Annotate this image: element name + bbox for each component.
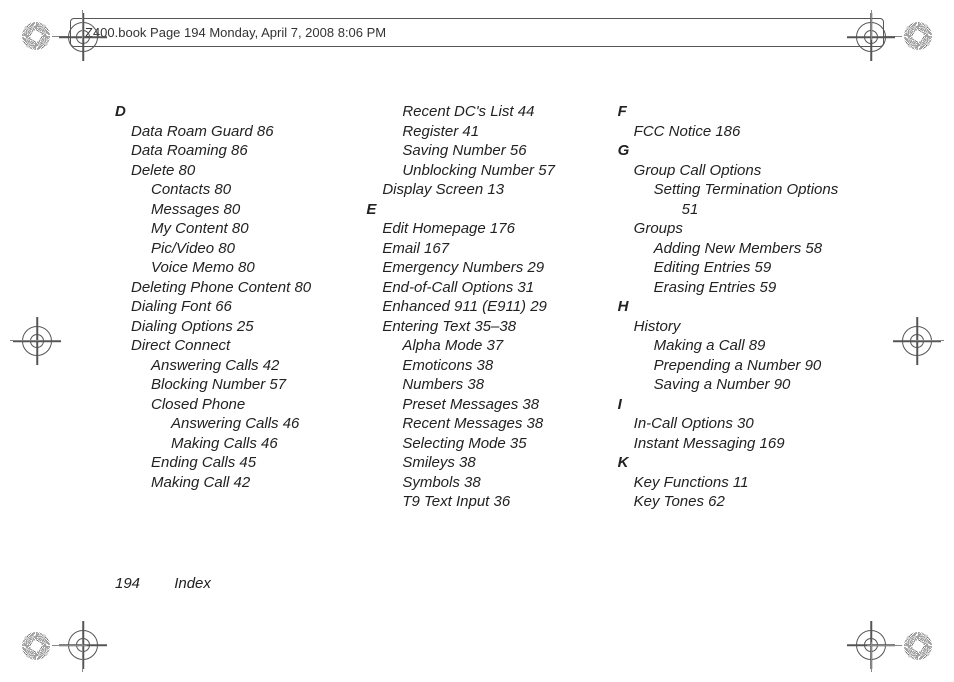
index-entry: Data Roaming 86: [131, 141, 336, 161]
crop-mark-top-right: [904, 22, 932, 50]
index-subentry: Making a Call 89: [654, 336, 839, 356]
index-entry: Dialing Options 25: [131, 317, 336, 337]
register-target-right: [902, 326, 932, 356]
index-entry: Enhanced 911 (E911) 29: [382, 297, 587, 317]
crop-mark-top-left: [22, 22, 50, 50]
index-subentry: Unblocking Number 57: [402, 161, 587, 181]
index-entry: In-Call Options 30: [634, 414, 839, 434]
index-entry: Instant Messaging 169: [634, 434, 839, 454]
file-info-text: Z400.book Page 194 Monday, April 7, 2008…: [85, 25, 386, 40]
index-subentry: Numbers 38: [402, 375, 587, 395]
column-1: D Data Roam Guard 86 Data Roaming 86 Del…: [115, 102, 336, 512]
index-subentry: Emoticons 38: [402, 356, 587, 376]
index-subentry: Adding New Members 58: [654, 239, 839, 259]
index-subentry: Making Call 42: [151, 473, 336, 493]
index-subentry: Saving a Number 90: [654, 375, 839, 395]
letter-d: D: [115, 102, 336, 122]
index-entry: Key Tones 62: [634, 492, 839, 512]
index-entry: Edit Homepage 176: [382, 219, 587, 239]
index-subentry: Prepending a Number 90: [654, 356, 839, 376]
index-subentry: Saving Number 56: [402, 141, 587, 161]
index-subentry: Setting Termination Options: [654, 180, 839, 200]
index-subsubentry: Making Calls 46: [171, 434, 336, 454]
index-entry: History: [634, 317, 839, 337]
letter-i: I: [618, 395, 839, 415]
letter-h: H: [618, 297, 839, 317]
index-subentry: Recent DC's List 44: [402, 102, 587, 122]
page-header: Z400.book Page 194 Monday, April 7, 2008…: [70, 18, 884, 47]
index-subentry-page: 51: [682, 200, 839, 220]
index-entry: End-of-Call Options 31: [382, 278, 587, 298]
index-subentry: My Content 80: [151, 219, 336, 239]
crop-mark-bottom-left: [22, 632, 50, 660]
index-subentry: Alpha Mode 37: [402, 336, 587, 356]
index-subentry: Pic/Video 80: [151, 239, 336, 259]
index-subsubentry: Answering Calls 46: [171, 414, 336, 434]
index-subentry: Selecting Mode 35: [402, 434, 587, 454]
index-subentry: Editing Entries 59: [654, 258, 839, 278]
index-entry: Email 167: [382, 239, 587, 259]
letter-f: F: [618, 102, 839, 122]
index-subentry: Recent Messages 38: [402, 414, 587, 434]
register-target-left: [22, 326, 52, 356]
crop-mark-bottom-right: [904, 632, 932, 660]
index-entry: FCC Notice 186: [634, 122, 839, 142]
index-entry: Entering Text 35–38: [382, 317, 587, 337]
index-subentry: Symbols 38: [402, 473, 587, 493]
index-entry: Deleting Phone Content 80: [131, 278, 336, 298]
index-entry: Direct Connect: [131, 336, 336, 356]
index-subentry: Ending Calls 45: [151, 453, 336, 473]
letter-g: G: [618, 141, 839, 161]
column-3: F FCC Notice 186 G Group Call Options Se…: [618, 102, 839, 512]
index-subentry: Erasing Entries 59: [654, 278, 839, 298]
index-subentry: T9 Text Input 36: [402, 492, 587, 512]
letter-k: K: [618, 453, 839, 473]
index-subentry: Messages 80: [151, 200, 336, 220]
index-subentry: Register 41: [402, 122, 587, 142]
index-entry: Delete 80: [131, 161, 336, 181]
index-subentry: Voice Memo 80: [151, 258, 336, 278]
index-subentry: Closed Phone: [151, 395, 336, 415]
index-entry: Dialing Font 66: [131, 297, 336, 317]
index-entry: Emergency Numbers 29: [382, 258, 587, 278]
index-subentry: Blocking Number 57: [151, 375, 336, 395]
index-entry: Group Call Options: [634, 161, 839, 181]
index-entry: Key Functions 11: [634, 473, 839, 493]
column-2: Recent DC's List 44 Register 41 Saving N…: [366, 102, 587, 512]
index-entry: Data Roam Guard 86: [131, 122, 336, 142]
page-number: 194: [115, 575, 140, 592]
index-entry: Groups: [634, 219, 839, 239]
index-subentry: Smileys 38: [402, 453, 587, 473]
section-name: Index: [174, 575, 211, 592]
letter-e: E: [366, 200, 587, 220]
index-content: D Data Roam Guard 86 Data Roaming 86 Del…: [115, 102, 839, 512]
index-entry: Display Screen 13: [382, 180, 587, 200]
index-subentry: Contacts 80: [151, 180, 336, 200]
index-subentry: Preset Messages 38: [402, 395, 587, 415]
page-footer: 194 Index: [115, 575, 211, 592]
index-subentry: Answering Calls 42: [151, 356, 336, 376]
